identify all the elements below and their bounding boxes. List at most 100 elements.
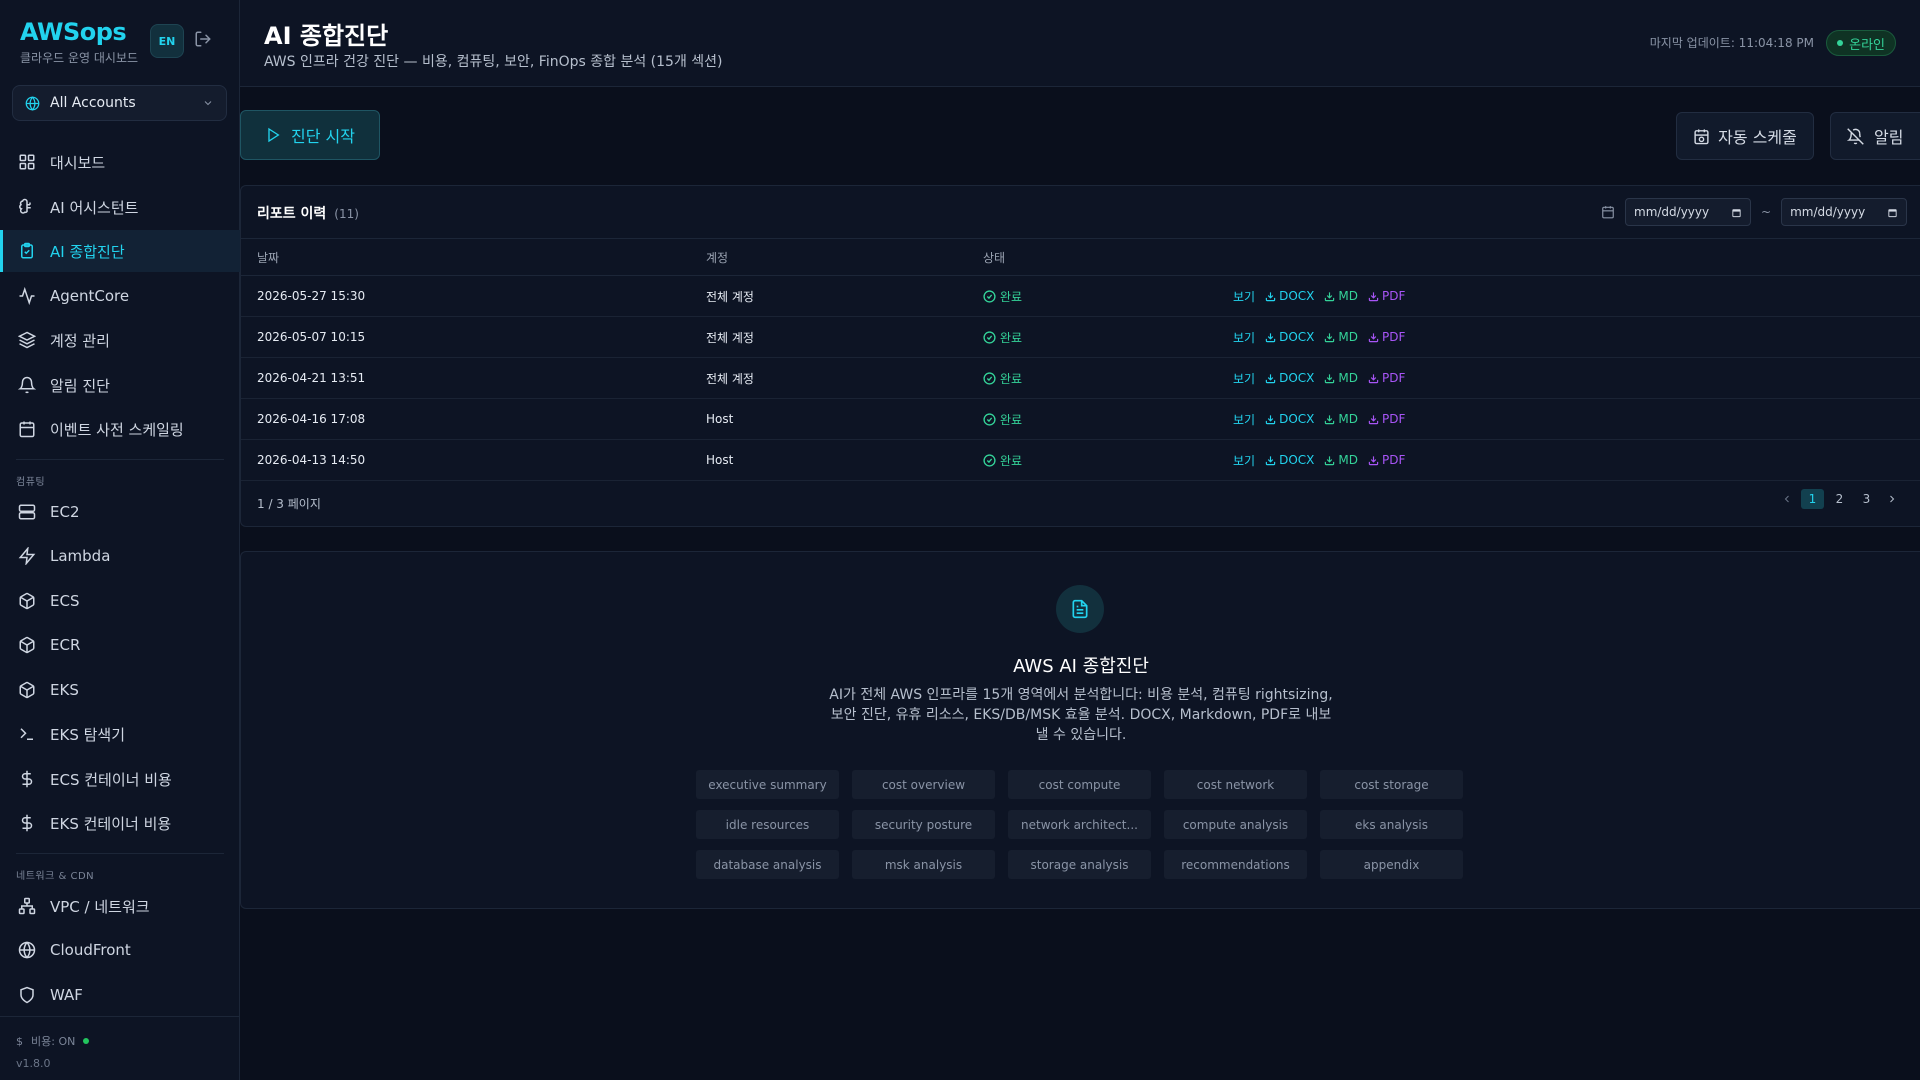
- calendar-picker-icon[interactable]: [1731, 207, 1742, 218]
- sidebar-item-cloudfront[interactable]: CloudFront: [0, 929, 240, 971]
- sidebar-item-ec2[interactable]: EC2: [0, 491, 240, 533]
- app-logo-title[interactable]: AWSops: [20, 18, 138, 46]
- download-pdf-link[interactable]: PDF: [1368, 453, 1405, 467]
- date-to-input[interactable]: mm/dd/yyyy: [1781, 198, 1908, 226]
- language-toggle-button[interactable]: EN: [150, 24, 184, 58]
- download-docx-link[interactable]: DOCX: [1265, 453, 1314, 467]
- play-icon: [268, 127, 280, 143]
- bell-icon: [18, 376, 36, 394]
- download-pdf-link[interactable]: PDF: [1368, 412, 1405, 426]
- view-link[interactable]: 보기: [1233, 288, 1255, 305]
- sidebar-item-eks[interactable]: EKS: [0, 669, 240, 711]
- download-icon: [1325, 455, 1335, 465]
- download-icon: [1325, 332, 1335, 342]
- pdf-label: PDF: [1381, 330, 1406, 344]
- report-status: 완료: [983, 317, 1022, 357]
- download-md-link[interactable]: MD: [1324, 371, 1358, 385]
- download-docx-link[interactable]: DOCX: [1265, 371, 1314, 385]
- md-label: MD: [1338, 330, 1358, 344]
- sidebar-item-eks-container-cost[interactable]: EKS 컨테이너 비용: [0, 802, 240, 844]
- sidebar-item-ai-assistant[interactable]: AI 어시스턴트: [0, 186, 240, 228]
- logout-icon[interactable]: [194, 30, 212, 48]
- sidebar-item-eks-explorer[interactable]: EKS 탐색기: [0, 713, 240, 755]
- sidebar-item-label: AgentCore: [50, 287, 130, 305]
- section-tag: msk analysis: [852, 850, 995, 879]
- report-actions: 보기 DOCX MD PDF: [1233, 358, 1405, 398]
- download-docx-link[interactable]: DOCX: [1265, 330, 1314, 344]
- report-actions: 보기 DOCX MD PDF: [1233, 317, 1405, 357]
- section-tag: recommendations: [1164, 850, 1307, 879]
- network-icon: [18, 897, 36, 915]
- alert-button[interactable]: 알림: [1830, 112, 1920, 160]
- globe-icon: [18, 941, 36, 959]
- docx-label: DOCX: [1279, 412, 1315, 426]
- sidebar-footer: $ 비용: ON v1.8.0: [0, 1016, 240, 1080]
- docx-label: DOCX: [1279, 330, 1315, 344]
- download-icon: [1265, 332, 1276, 342]
- download-md-link[interactable]: MD: [1324, 412, 1358, 426]
- view-link[interactable]: 보기: [1233, 370, 1255, 387]
- section-tag: cost network: [1164, 770, 1307, 799]
- report-status: 완료: [983, 440, 1022, 480]
- download-pdf-link[interactable]: PDF: [1368, 371, 1405, 385]
- cost-status-label: 비용: ON: [31, 1035, 76, 1048]
- sidebar-item-alert-diagnosis[interactable]: 알림 진단: [0, 364, 240, 406]
- sidebar-item-label: EKS 컨테이너 비용: [50, 814, 172, 833]
- section-tag: storage analysis: [1008, 850, 1151, 879]
- sidebar-item-label: EKS 탐색기: [50, 725, 126, 744]
- status-dot: [83, 1038, 90, 1044]
- download-md-link[interactable]: MD: [1324, 453, 1358, 467]
- download-docx-link[interactable]: DOCX: [1265, 412, 1314, 426]
- column-header-account: 계정: [706, 250, 729, 265]
- start-diagnosis-label: 진단 시작: [291, 127, 355, 146]
- check-circle-icon: [983, 330, 996, 344]
- page-button-3[interactable]: 3: [1855, 489, 1878, 509]
- chevron-down-icon: [204, 101, 212, 106]
- sidebar-item-dashboard[interactable]: 대시보드: [0, 141, 240, 183]
- sidebar-item-ecs[interactable]: ECS: [0, 580, 240, 622]
- view-link[interactable]: 보기: [1233, 411, 1255, 428]
- download-docx-link[interactable]: DOCX: [1265, 289, 1314, 303]
- chevron-left-icon[interactable]: [1777, 489, 1797, 509]
- server-icon: [18, 504, 36, 520]
- start-diagnosis-button[interactable]: 진단 시작: [240, 110, 380, 160]
- view-link[interactable]: 보기: [1233, 452, 1255, 469]
- status-badge: 온라인: [1826, 30, 1896, 56]
- sidebar-item-vpc-network[interactable]: VPC / 네트워크: [0, 885, 240, 927]
- section-tag: executive summary: [696, 770, 839, 799]
- sidebar-item-waf[interactable]: WAF: [0, 974, 240, 1016]
- download-pdf-link[interactable]: PDF: [1368, 289, 1405, 303]
- view-link[interactable]: 보기: [1233, 329, 1255, 346]
- page-button-2[interactable]: 2: [1828, 489, 1851, 509]
- download-md-link[interactable]: MD: [1324, 289, 1358, 303]
- table-row: 2026-05-27 15:30 전체 계정 완료 보기 DOCX MD PDF: [241, 276, 1920, 317]
- date-from-input[interactable]: mm/dd/yyyy: [1625, 198, 1751, 226]
- page-button-1[interactable]: 1: [1801, 489, 1824, 509]
- sidebar-section-network: 네트워크 & CDN: [16, 871, 95, 882]
- sidebar-item-ecs-container-cost[interactable]: ECS 컨테이너 비용: [0, 758, 240, 800]
- sidebar-section-compute: 컴퓨팅: [16, 477, 46, 488]
- calendar-clock-icon: [1694, 128, 1709, 144]
- calendar-picker-icon[interactable]: [1887, 207, 1898, 218]
- docx-label: DOCX: [1279, 453, 1315, 467]
- download-pdf-link[interactable]: PDF: [1368, 330, 1405, 344]
- sidebar-item-account-management[interactable]: 계정 관리: [0, 319, 240, 361]
- sidebar-item-ai-diagnosis[interactable]: AI 종합진단: [0, 230, 240, 272]
- sidebar-item-ecr[interactable]: ECR: [0, 624, 240, 666]
- chevron-right-icon[interactable]: [1882, 489, 1902, 509]
- account-selector[interactable]: All Accounts: [12, 85, 227, 121]
- download-icon: [1368, 332, 1379, 342]
- sidebar-item-lambda[interactable]: Lambda: [0, 535, 240, 577]
- diagnosis-intro-panel: AWS AI 종합진단 AI가 전체 AWS 인프라를 15개 영역에서 분석합…: [240, 551, 1920, 909]
- report-account: Host: [706, 453, 734, 467]
- status-label: 완료: [1000, 371, 1023, 386]
- sidebar-item-agentcore[interactable]: AgentCore: [0, 275, 240, 317]
- download-icon: [1368, 414, 1379, 424]
- auto-schedule-button[interactable]: 자동 스케줄: [1676, 112, 1814, 160]
- download-icon: [1265, 291, 1276, 301]
- check-circle-icon: [983, 371, 996, 385]
- sidebar-item-event-prescaling[interactable]: 이벤트 사전 스케일링: [0, 408, 240, 450]
- section-tag: eks analysis: [1320, 810, 1463, 839]
- download-md-link[interactable]: MD: [1324, 330, 1358, 344]
- sidebar-item-label: CloudFront: [50, 941, 131, 959]
